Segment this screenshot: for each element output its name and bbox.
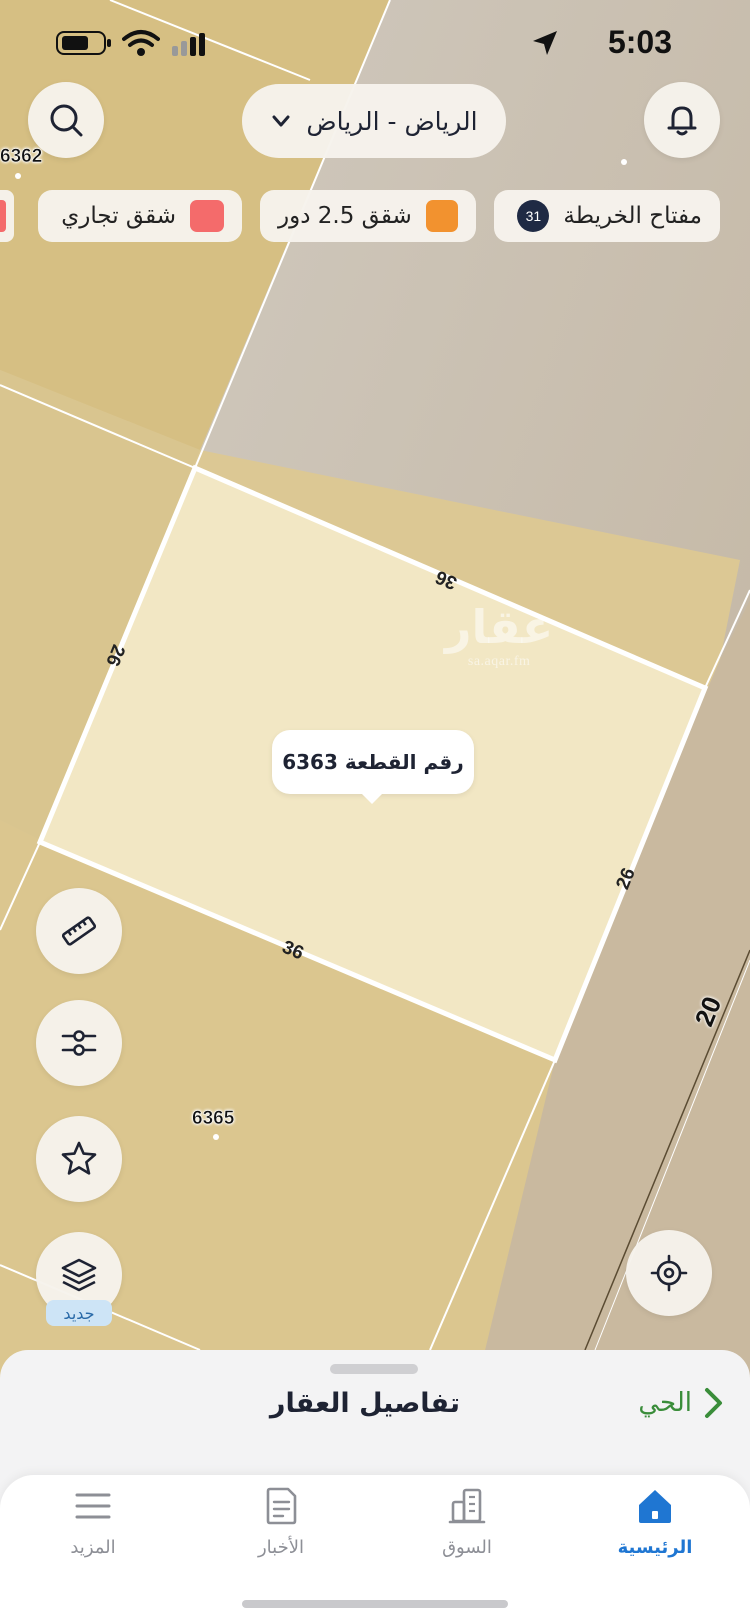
location-arrow-icon	[533, 31, 557, 55]
notifications-button[interactable]	[644, 82, 720, 158]
map-legend-chip[interactable]: مفتاح الخريطة 31	[494, 190, 720, 242]
tab-market-label: السوق	[442, 1537, 492, 1558]
home-icon	[639, 1490, 671, 1523]
bottom-tab-bar: الرئيسية السوق الأخبار المزيد	[0, 1475, 750, 1620]
parcel-number-label[interactable]: 6365	[192, 1108, 235, 1130]
tab-market[interactable]: السوق	[392, 1485, 542, 1585]
legend-chip-overflow[interactable]	[0, 190, 14, 242]
legend-chip-apartments-2-5[interactable]: شقق 2.5 دور	[260, 190, 476, 242]
battery-icon	[56, 31, 111, 55]
legend-swatch-red	[190, 200, 224, 232]
signal-icon	[172, 33, 205, 56]
tab-news-label: الأخبار	[257, 1537, 304, 1558]
building-icon	[448, 1488, 486, 1524]
bell-icon	[667, 106, 697, 136]
legend-chip-label: شقق 2.5 دور	[278, 203, 412, 229]
locate-me-button[interactable]	[626, 1230, 712, 1316]
measure-tool-button[interactable]	[36, 888, 122, 974]
legend-chip-label: شقق تجاري	[61, 203, 176, 229]
tab-more-label: المزيد	[70, 1537, 116, 1558]
tab-news[interactable]: الأخبار	[206, 1485, 356, 1585]
star-icon	[61, 1141, 97, 1175]
tab-home[interactable]: الرئيسية	[580, 1485, 730, 1585]
new-badge: جديد	[46, 1300, 112, 1326]
news-icon	[266, 1487, 297, 1525]
filter-button[interactable]	[36, 1000, 122, 1086]
sheet-drag-handle[interactable]	[330, 1364, 418, 1374]
layers-icon	[61, 1258, 97, 1292]
home-indicator	[242, 1600, 508, 1608]
wifi-icon	[122, 30, 160, 56]
neighborhood-link-label: الحي	[638, 1388, 692, 1418]
map-legend-count-badge: 31	[517, 200, 550, 232]
watermark-site: sa.aqar.fm	[467, 654, 531, 669]
menu-icon	[75, 1493, 111, 1519]
status-bar: 5:03	[0, 0, 750, 80]
favorites-button[interactable]	[36, 1116, 122, 1202]
chevron-right-icon	[705, 1388, 722, 1418]
tab-more[interactable]: المزيد	[18, 1485, 168, 1585]
status-time: 5:03	[607, 24, 672, 60]
crosshair-icon	[650, 1254, 688, 1292]
chevron-down-icon	[272, 115, 290, 127]
watermark: عقار sa.aqar.fm	[445, 600, 553, 670]
legend-swatch-orange	[425, 200, 458, 232]
ruler-icon	[61, 916, 97, 946]
city-selector[interactable]: الرياض - الرياض	[242, 84, 506, 158]
neighborhood-link[interactable]: الحي	[638, 1386, 726, 1420]
selected-plot-callout[interactable]: رقم القطعة 6363	[272, 730, 474, 804]
watermark-brand: عقار	[445, 600, 554, 654]
map-legend-label: مفتاح الخريطة	[563, 203, 702, 229]
sheet-title: تفاصيل العقار	[269, 1388, 460, 1419]
search-icon	[50, 104, 83, 137]
city-selector-label: الرياض - الرياض	[306, 106, 478, 136]
sliders-icon	[61, 1030, 97, 1056]
tab-home-label: الرئيسية	[617, 1537, 693, 1558]
legend-chip-commercial-apartments[interactable]: شقق تجاري	[38, 190, 242, 242]
selected-plot-label: رقم القطعة 6363	[282, 750, 464, 774]
parcel-number-label[interactable]: 6362	[0, 146, 43, 168]
